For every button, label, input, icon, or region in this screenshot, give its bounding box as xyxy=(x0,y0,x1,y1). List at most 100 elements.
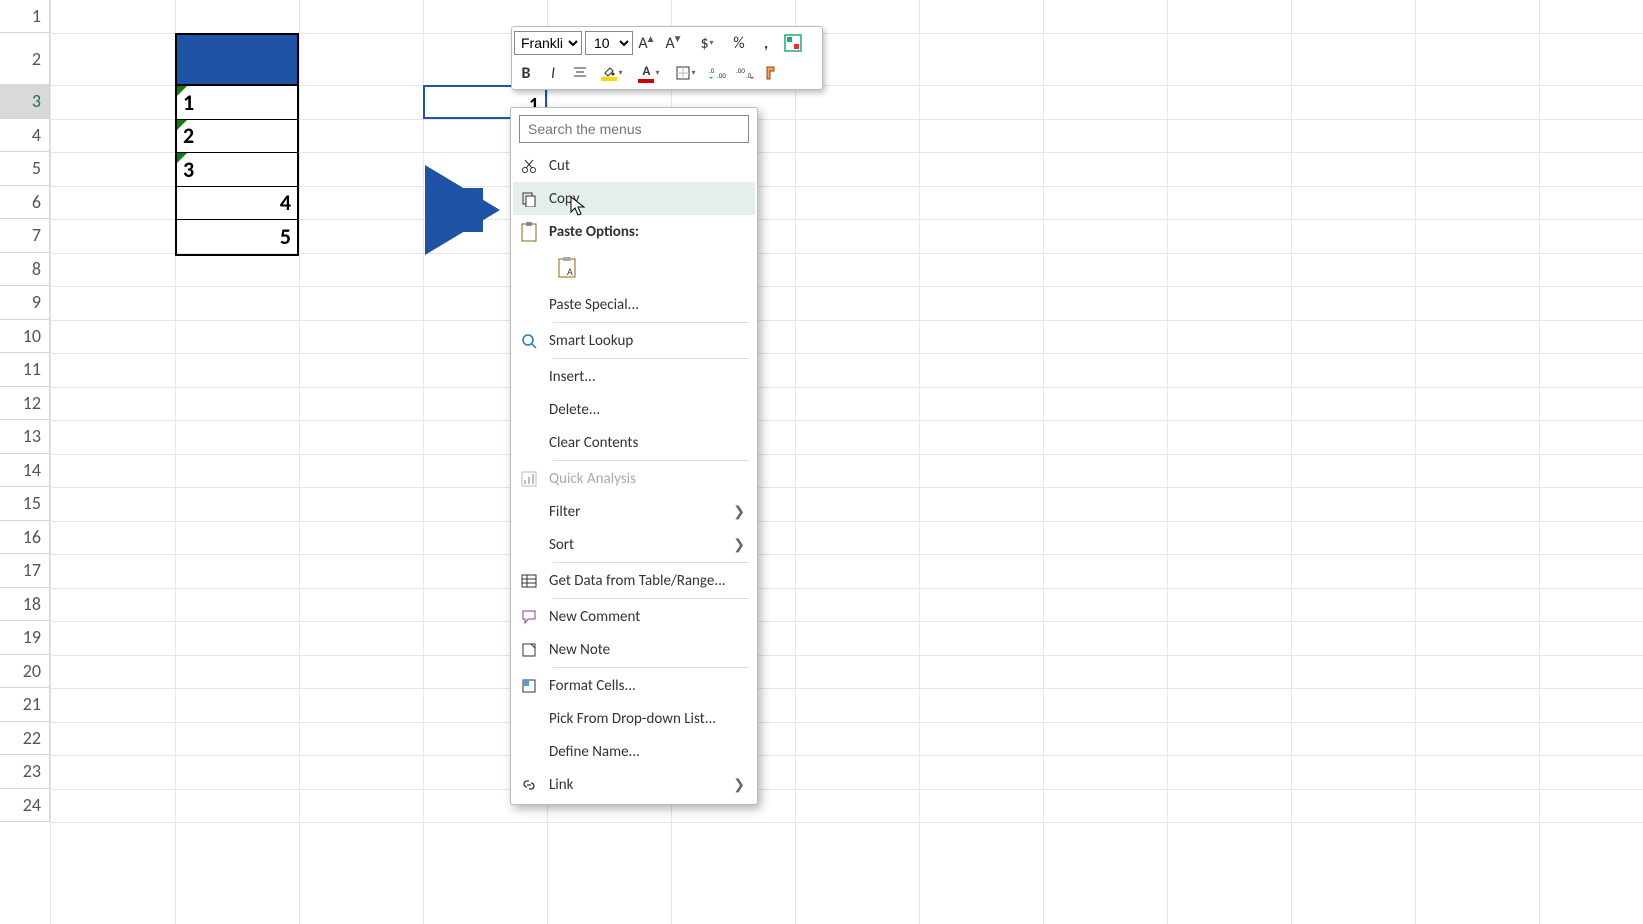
italic-button[interactable]: I xyxy=(541,61,565,85)
font-name-select[interactable]: Franklin xyxy=(514,31,582,55)
menu-label: Format Cells... xyxy=(549,677,745,695)
menu-paste-options-header: Paste Options: xyxy=(513,215,755,248)
row-header[interactable]: 14 xyxy=(0,454,50,488)
row-header[interactable]: 19 xyxy=(0,621,50,655)
svg-text:.00: .00 xyxy=(717,71,726,80)
paste-keep-source-icon[interactable]: A xyxy=(553,253,583,283)
table-cell[interactable]: 4 xyxy=(177,187,297,221)
row-header[interactable]: 4 xyxy=(0,119,50,153)
increase-font-icon[interactable]: A▲ xyxy=(636,31,660,55)
fill-color-button[interactable]: ▾ xyxy=(595,61,629,85)
cell-value: 4 xyxy=(280,189,291,216)
menu-format-cells[interactable]: Format Cells... xyxy=(513,669,755,702)
row-header[interactable]: 6 xyxy=(0,186,50,220)
menu-label: Cut xyxy=(549,157,745,175)
font-color-button[interactable]: A ▾ xyxy=(632,61,666,85)
table-cell[interactable]: 3 xyxy=(177,153,297,187)
gridline xyxy=(50,554,1643,555)
table-header-cell[interactable] xyxy=(177,35,297,86)
accounting-format-button[interactable]: $▾ xyxy=(690,31,724,55)
row-header[interactable]: 21 xyxy=(0,688,50,722)
gridline xyxy=(50,722,1643,723)
menu-label: Filter xyxy=(549,503,723,521)
row-header[interactable]: 9 xyxy=(0,286,50,320)
menu-separator xyxy=(553,562,749,563)
table-cell[interactable]: 2 xyxy=(177,120,297,154)
menu-insert[interactable]: Insert... xyxy=(513,360,755,393)
quick-analysis-icon xyxy=(519,469,539,489)
row-header[interactable]: 13 xyxy=(0,420,50,454)
gridline xyxy=(299,0,300,924)
menu-new-comment[interactable]: New Comment xyxy=(513,600,755,633)
error-indicator-icon xyxy=(177,153,187,163)
error-indicator-icon xyxy=(177,86,187,96)
chevron-right-icon: ❯ xyxy=(733,776,745,793)
svg-text:.00: .00 xyxy=(736,66,745,75)
menu-label: New Note xyxy=(549,641,745,659)
menu-separator xyxy=(553,460,749,461)
gridline xyxy=(50,420,1643,421)
borders-button[interactable]: ▾ xyxy=(669,61,703,85)
menu-link[interactable]: Link ❯ xyxy=(513,768,755,801)
decrease-decimal-icon[interactable]: .00.0 xyxy=(733,61,757,85)
conditional-format-icon[interactable] xyxy=(781,31,805,55)
spreadsheet-grid[interactable]: 1 2 3 4 5 6 7 8 9 10 11 12 13 14 15 16 1… xyxy=(0,0,1643,924)
menu-paste-special[interactable]: Paste Special... xyxy=(513,288,755,321)
menu-copy[interactable]: Copy xyxy=(513,182,755,215)
menu-separator xyxy=(553,598,749,599)
font-size-select[interactable]: 10 xyxy=(585,31,633,55)
menu-filter[interactable]: Filter ❯ xyxy=(513,495,755,528)
menu-label: Delete... xyxy=(549,401,745,419)
row-header[interactable]: 3 xyxy=(0,85,50,119)
align-center-icon[interactable] xyxy=(568,61,592,85)
percent-format-button[interactable]: % xyxy=(727,31,751,55)
row-header[interactable]: 23 xyxy=(0,755,50,789)
menu-search xyxy=(519,115,749,143)
menu-label: Quick Analysis xyxy=(549,470,745,488)
menu-quick-analysis: Quick Analysis xyxy=(513,462,755,495)
comma-format-button[interactable]: , xyxy=(754,31,778,55)
paste-options-row: A xyxy=(513,248,755,288)
row-header[interactable]: 5 xyxy=(0,152,50,186)
row-header[interactable]: 1 xyxy=(0,0,50,33)
menu-sort[interactable]: Sort ❯ xyxy=(513,528,755,561)
gridline xyxy=(1415,0,1416,924)
row-header[interactable]: 7 xyxy=(0,219,50,253)
menu-new-note[interactable]: New Note xyxy=(513,633,755,666)
menu-delete[interactable]: Delete... xyxy=(513,393,755,426)
row-header[interactable]: 10 xyxy=(0,320,50,354)
gridline xyxy=(50,688,1643,689)
row-header[interactable]: 11 xyxy=(0,353,50,387)
row-header[interactable]: 8 xyxy=(0,253,50,287)
menu-define-name[interactable]: Define Name... xyxy=(513,735,755,768)
menu-smart-lookup[interactable]: Smart Lookup xyxy=(513,324,755,357)
format-cells-icon xyxy=(519,676,539,696)
increase-decimal-icon[interactable]: .0.00 xyxy=(706,61,730,85)
bold-button[interactable]: B xyxy=(514,61,538,85)
menu-clear-contents[interactable]: Clear Contents xyxy=(513,426,755,459)
menu-separator xyxy=(553,322,749,323)
format-painter-icon[interactable] xyxy=(760,61,784,85)
row-header[interactable]: 24 xyxy=(0,789,50,823)
menu-get-data[interactable]: Get Data from Table/Range... xyxy=(513,564,755,597)
row-header[interactable]: 12 xyxy=(0,387,50,421)
row-header[interactable]: 17 xyxy=(0,554,50,588)
gridline xyxy=(50,789,1643,790)
row-header[interactable]: 15 xyxy=(0,487,50,521)
menu-cut[interactable]: Cut xyxy=(513,149,755,182)
gridline xyxy=(50,320,1643,321)
search-icon xyxy=(519,331,539,351)
row-header[interactable]: 18 xyxy=(0,588,50,622)
menu-separator xyxy=(553,358,749,359)
decrease-font-icon[interactable]: A▼ xyxy=(663,31,687,55)
table-cell[interactable]: 1 xyxy=(177,86,297,120)
row-header[interactable]: 16 xyxy=(0,521,50,555)
menu-label: Clear Contents xyxy=(549,434,745,452)
gridline xyxy=(423,0,424,924)
row-header[interactable]: 22 xyxy=(0,722,50,756)
table-cell[interactable]: 5 xyxy=(177,220,297,254)
row-header[interactable]: 20 xyxy=(0,655,50,689)
row-header[interactable]: 2 xyxy=(0,33,50,85)
menu-search-input[interactable] xyxy=(519,115,749,143)
menu-pick-from-list[interactable]: Pick From Drop-down List... xyxy=(513,702,755,735)
